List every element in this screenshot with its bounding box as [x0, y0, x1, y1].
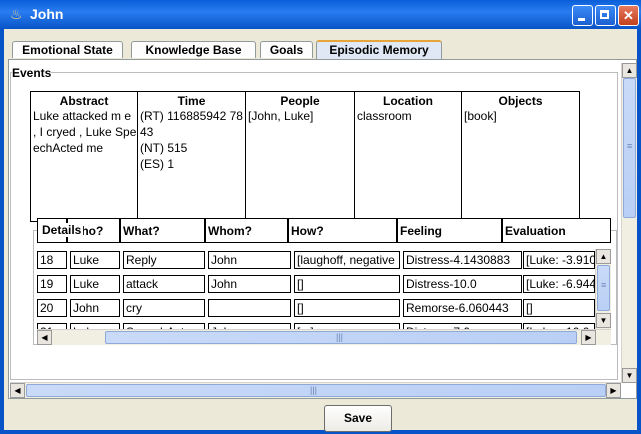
event-people-value: [John, Luke] — [248, 109, 314, 123]
scroll-down-icon[interactable]: ▼ — [622, 368, 637, 383]
minimize-button[interactable] — [572, 5, 593, 26]
cell-whom: John — [208, 275, 291, 293]
table-row[interactable]: 18 Luke Reply John [laughoff, negative D… — [37, 251, 595, 269]
details-horizontal-scrollbar[interactable]: ◀ ||| ▶ — [37, 329, 611, 345]
events-vertical-scrollbar[interactable]: ▲ ≡ ▼ — [621, 63, 637, 383]
window-title: John — [30, 6, 64, 22]
event-time-column: Time (RT) 116885942 7843 (NT) 515 (ES) 1 — [138, 92, 246, 221]
event-header-time: Time — [177, 94, 206, 108]
details-vertical-thumb[interactable]: ≡ — [597, 265, 610, 311]
scroll-right-icon[interactable]: ▶ — [606, 383, 621, 398]
maximize-button[interactable] — [595, 5, 616, 26]
scroll-left-icon[interactable]: ◀ — [10, 383, 25, 398]
events-horizontal-scrollbar[interactable]: ◀ ||| ▶ — [10, 382, 621, 398]
event-abstract-column: Abstract Luke attacked m e , I cryed , L… — [31, 92, 138, 221]
events-section-title: Events — [12, 66, 52, 80]
event-objects-column: Objects [book] — [462, 92, 579, 221]
tab-emotional-state[interactable]: Emotional State — [12, 41, 123, 58]
scroll-right-icon[interactable]: ▶ — [581, 330, 596, 345]
tab-goals[interactable]: Goals — [260, 41, 313, 58]
event-header-location: Location — [383, 94, 433, 108]
details-header-evaluation[interactable]: Evaluation — [502, 218, 611, 243]
grip-icon: ||| — [336, 332, 344, 342]
scroll-down-icon[interactable]: ▼ — [596, 313, 611, 328]
cell-evaluation: [Luke: -3.910 — [523, 251, 595, 269]
cell-what: cry — [123, 299, 205, 317]
event-abstract-value: Luke attacked m e , I cryed , Luke Speec… — [33, 109, 137, 155]
event-header-objects: Objects — [498, 94, 543, 108]
cell-what: attack — [123, 275, 205, 293]
cell-feeling: Remorse-6.060443 — [403, 299, 522, 317]
event-objects-value: [book] — [464, 109, 497, 123]
details-header-what[interactable]: What? — [120, 218, 205, 243]
cell-how: [laughoff, negative — [294, 251, 400, 269]
cell-who: Luke — [70, 251, 120, 269]
save-button[interactable]: Save — [324, 405, 392, 432]
event-location-value: classroom — [357, 109, 412, 123]
cell-what: Reply — [123, 251, 205, 269]
details-header-how[interactable]: How? — [288, 218, 397, 243]
cell-evaluation: [] — [523, 299, 595, 317]
cell-feeling: Distress-10.0 — [403, 275, 522, 293]
event-header-people: People — [280, 94, 320, 108]
scroll-up-icon[interactable]: ▲ — [622, 63, 637, 78]
tab-knowledge-base[interactable]: Knowledge Base — [131, 41, 256, 58]
close-button[interactable]: ✕ — [618, 5, 639, 26]
table-row[interactable]: 20 John cry [] Remorse-6.060443 [] — [37, 299, 595, 317]
title-bar[interactable]: ♨ John ✕ — [0, 0, 641, 29]
events-horizontal-thumb[interactable]: ||| — [26, 384, 606, 397]
cell-who: John — [70, 299, 120, 317]
event-time-value: (RT) 116885942 7843 (NT) 515 (ES) 1 — [140, 109, 243, 171]
cell-whom: John — [208, 251, 291, 269]
cell-id: 18 — [37, 251, 67, 269]
table-row[interactable]: 19 Luke attack John [] Distress-10.0 [Lu… — [37, 275, 595, 293]
minimize-icon — [573, 6, 592, 25]
grip-icon: ≡ — [627, 141, 633, 151]
event-people-column: People [John, Luke] — [246, 92, 355, 221]
scroll-left-icon[interactable]: ◀ — [37, 330, 52, 345]
event-card[interactable]: Abstract Luke attacked m e , I cryed , L… — [30, 91, 580, 222]
details-vertical-scrollbar[interactable]: ▲ ≡ ▼ — [595, 249, 611, 329]
tab-episodic-memory[interactable]: Episodic Memory — [316, 40, 442, 59]
java-app-icon: ♨ — [10, 6, 23, 22]
cell-id: 19 — [37, 275, 67, 293]
details-header-whom[interactable]: Whom? — [205, 218, 288, 243]
cell-evaluation: [Luke: -6.9440 — [523, 275, 595, 293]
event-header-abstract: Abstract — [59, 94, 109, 108]
cell-how: [] — [294, 275, 400, 293]
grip-icon: ||| — [310, 385, 318, 395]
details-horizontal-thumb[interactable]: ||| — [105, 331, 577, 344]
cell-who: Luke — [70, 275, 120, 293]
cell-whom — [208, 299, 291, 317]
cell-feeling: Distress-4.1430883 — [403, 251, 522, 269]
close-icon: ✕ — [623, 8, 634, 23]
events-vertical-thumb[interactable]: ≡ — [623, 78, 636, 218]
maximize-icon — [596, 6, 615, 25]
grip-icon: ≡ — [601, 280, 607, 290]
cell-id: 20 — [37, 299, 67, 317]
details-table-header: ID Who? What? Whom? How? Feeling Evaluat… — [37, 218, 611, 243]
details-section-title: Details — [40, 223, 84, 237]
event-location-column: Location classroom — [355, 92, 462, 221]
scroll-up-icon[interactable]: ▲ — [596, 249, 611, 264]
details-header-feeling[interactable]: Feeling — [397, 218, 502, 243]
cell-how: [] — [294, 299, 400, 317]
details-table-body: 18 Luke Reply John [laughoff, negative D… — [37, 249, 595, 331]
